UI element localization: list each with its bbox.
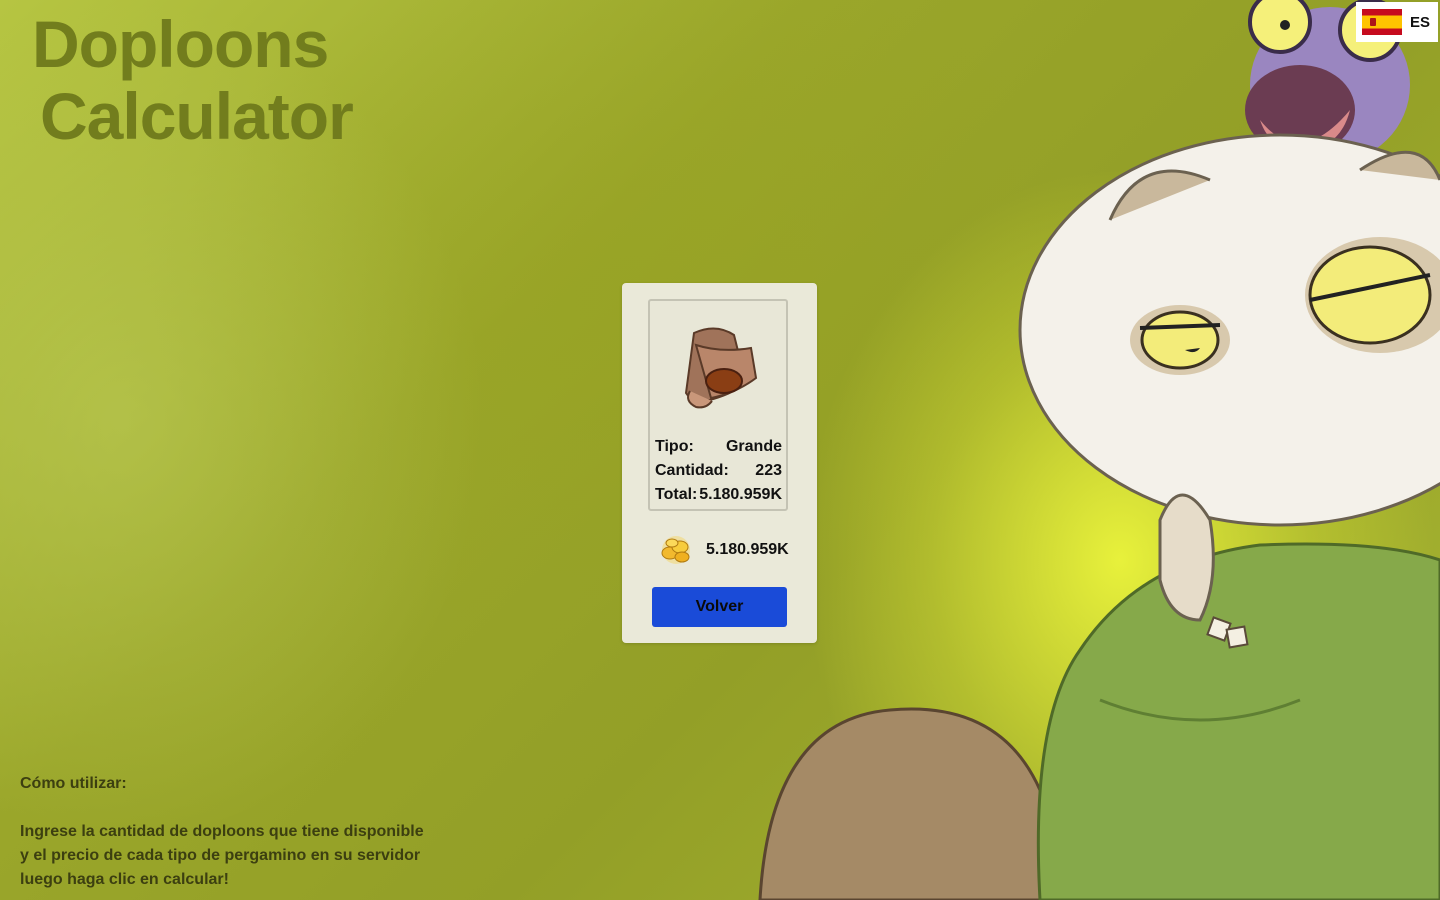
- character-illustration: [758, 0, 1440, 900]
- title-line-1: Doploons: [32, 7, 329, 81]
- tipo-value: Grande: [725, 438, 782, 455]
- page-title: Doploons Calculator: [32, 7, 354, 153]
- help-line-2: y el precio de cada tipo de pergamino en…: [20, 847, 421, 864]
- cantidad-label: Cantidad:: [655, 462, 729, 479]
- help-heading: Cómo utilizar:: [20, 775, 127, 792]
- scroll-icon: [684, 327, 758, 409]
- total-value: 5.180.959K: [699, 486, 782, 503]
- total-row: Total: 5.180.959K: [655, 485, 782, 505]
- tipo-row: Tipo: Grande: [655, 437, 782, 457]
- how-to-use-section: Cómo utilizar: Ingrese la cantidad de do…: [20, 772, 440, 892]
- doploons-coins-icon: [661, 536, 690, 564]
- language-code: ES: [1410, 13, 1431, 31]
- help-line-1: Ingrese la cantidad de doploons que tien…: [20, 823, 424, 840]
- cantidad-value: 223: [755, 462, 782, 479]
- grand-total: 5.180.959K: [654, 531, 789, 569]
- back-button[interactable]: Volver: [652, 587, 787, 627]
- total-label: Total:: [655, 486, 698, 503]
- tipo-label: Tipo:: [655, 438, 694, 455]
- cantidad-row: Cantidad: 223: [655, 461, 782, 481]
- grand-total-value: 5.180.959K: [706, 541, 789, 558]
- result-card: Tipo: Grande Cantidad: 223 Total: 5.180.…: [622, 283, 817, 643]
- title-line-2: Calculator: [40, 79, 354, 153]
- language-selector[interactable]: ES: [1356, 2, 1438, 42]
- spain-flag-icon: [1362, 9, 1402, 35]
- scroll-summary-box: Tipo: Grande Cantidad: 223 Total: 5.180.…: [648, 299, 788, 511]
- help-line-3: luego haga clic en calcular!: [20, 871, 229, 888]
